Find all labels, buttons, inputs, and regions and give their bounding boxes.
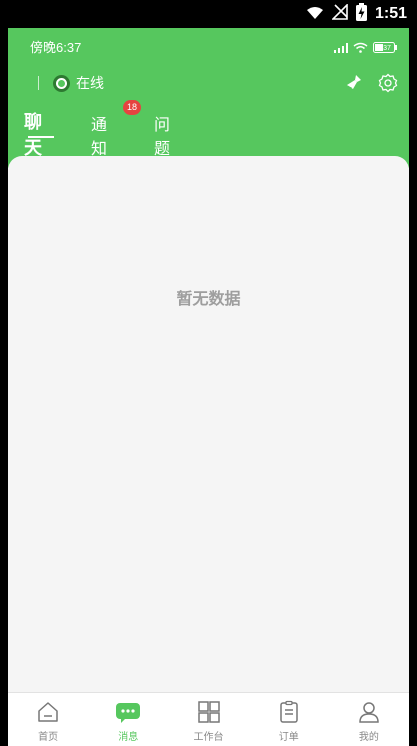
presence-toggle[interactable]: 在线 [38, 73, 104, 93]
app-screen: 傍晚6:37 37 在线 聊天 通知 18 问题 暂无数据 首页 消息 工作台 … [8, 28, 409, 746]
tab-questions[interactable]: 问题 [154, 111, 186, 159]
notification-badge: 18 [123, 100, 141, 115]
nav-messages[interactable]: 消息 [88, 693, 168, 746]
header: 傍晚6:37 37 在线 聊天 通知 18 问题 [8, 28, 409, 168]
grid-icon [196, 699, 222, 725]
user-icon [356, 699, 382, 725]
wifi-icon [306, 5, 324, 24]
settings-gear-icon[interactable] [377, 72, 399, 94]
nav-home[interactable]: 首页 [8, 693, 88, 746]
nav-profile-label: 我的 [358, 732, 379, 743]
home-icon [35, 699, 61, 725]
divider [38, 76, 39, 90]
tab-questions-label: 问题 [154, 115, 171, 158]
broom-icon[interactable] [343, 72, 365, 94]
nav-workbench-label: 工作台 [193, 732, 224, 743]
empty-state-text: 暂无数据 [176, 289, 241, 308]
tab-chat[interactable]: 聊天 [24, 108, 58, 160]
battery-icon: 37 [373, 38, 397, 57]
message-icon [115, 699, 141, 725]
active-tab-indicator [28, 136, 54, 138]
tab-notifications[interactable]: 通知 [91, 111, 123, 159]
device-status-bar: 1:51 [0, 0, 417, 28]
clipboard-icon [276, 699, 302, 725]
wifi-icon [353, 38, 368, 57]
tab-notifications-label: 通知 [91, 115, 108, 158]
presence-label: 在线 [76, 76, 104, 92]
nav-profile[interactable]: 我的 [329, 693, 409, 746]
nav-workbench[interactable]: 工作台 [168, 693, 248, 746]
header-actions [343, 72, 399, 94]
nav-messages-label: 消息 [118, 732, 139, 743]
nav-home-label: 首页 [38, 732, 59, 743]
device-clock: 1:51 [374, 5, 407, 22]
nav-orders[interactable]: 订单 [249, 693, 329, 746]
battery-level: 37 [383, 45, 391, 52]
nav-orders-label: 订单 [278, 732, 299, 743]
online-status-icon [53, 74, 70, 92]
chat-list-panel: 暂无数据 [8, 156, 409, 692]
battery-charging-icon [355, 3, 367, 25]
bottom-navigation: 首页 消息 工作台 订单 我的 [8, 692, 409, 746]
app-status-time: 傍晚6:37 [30, 40, 82, 55]
signal-icon [334, 38, 348, 57]
no-signal-icon [331, 3, 348, 24]
app-status-icons: 37 [334, 38, 397, 57]
